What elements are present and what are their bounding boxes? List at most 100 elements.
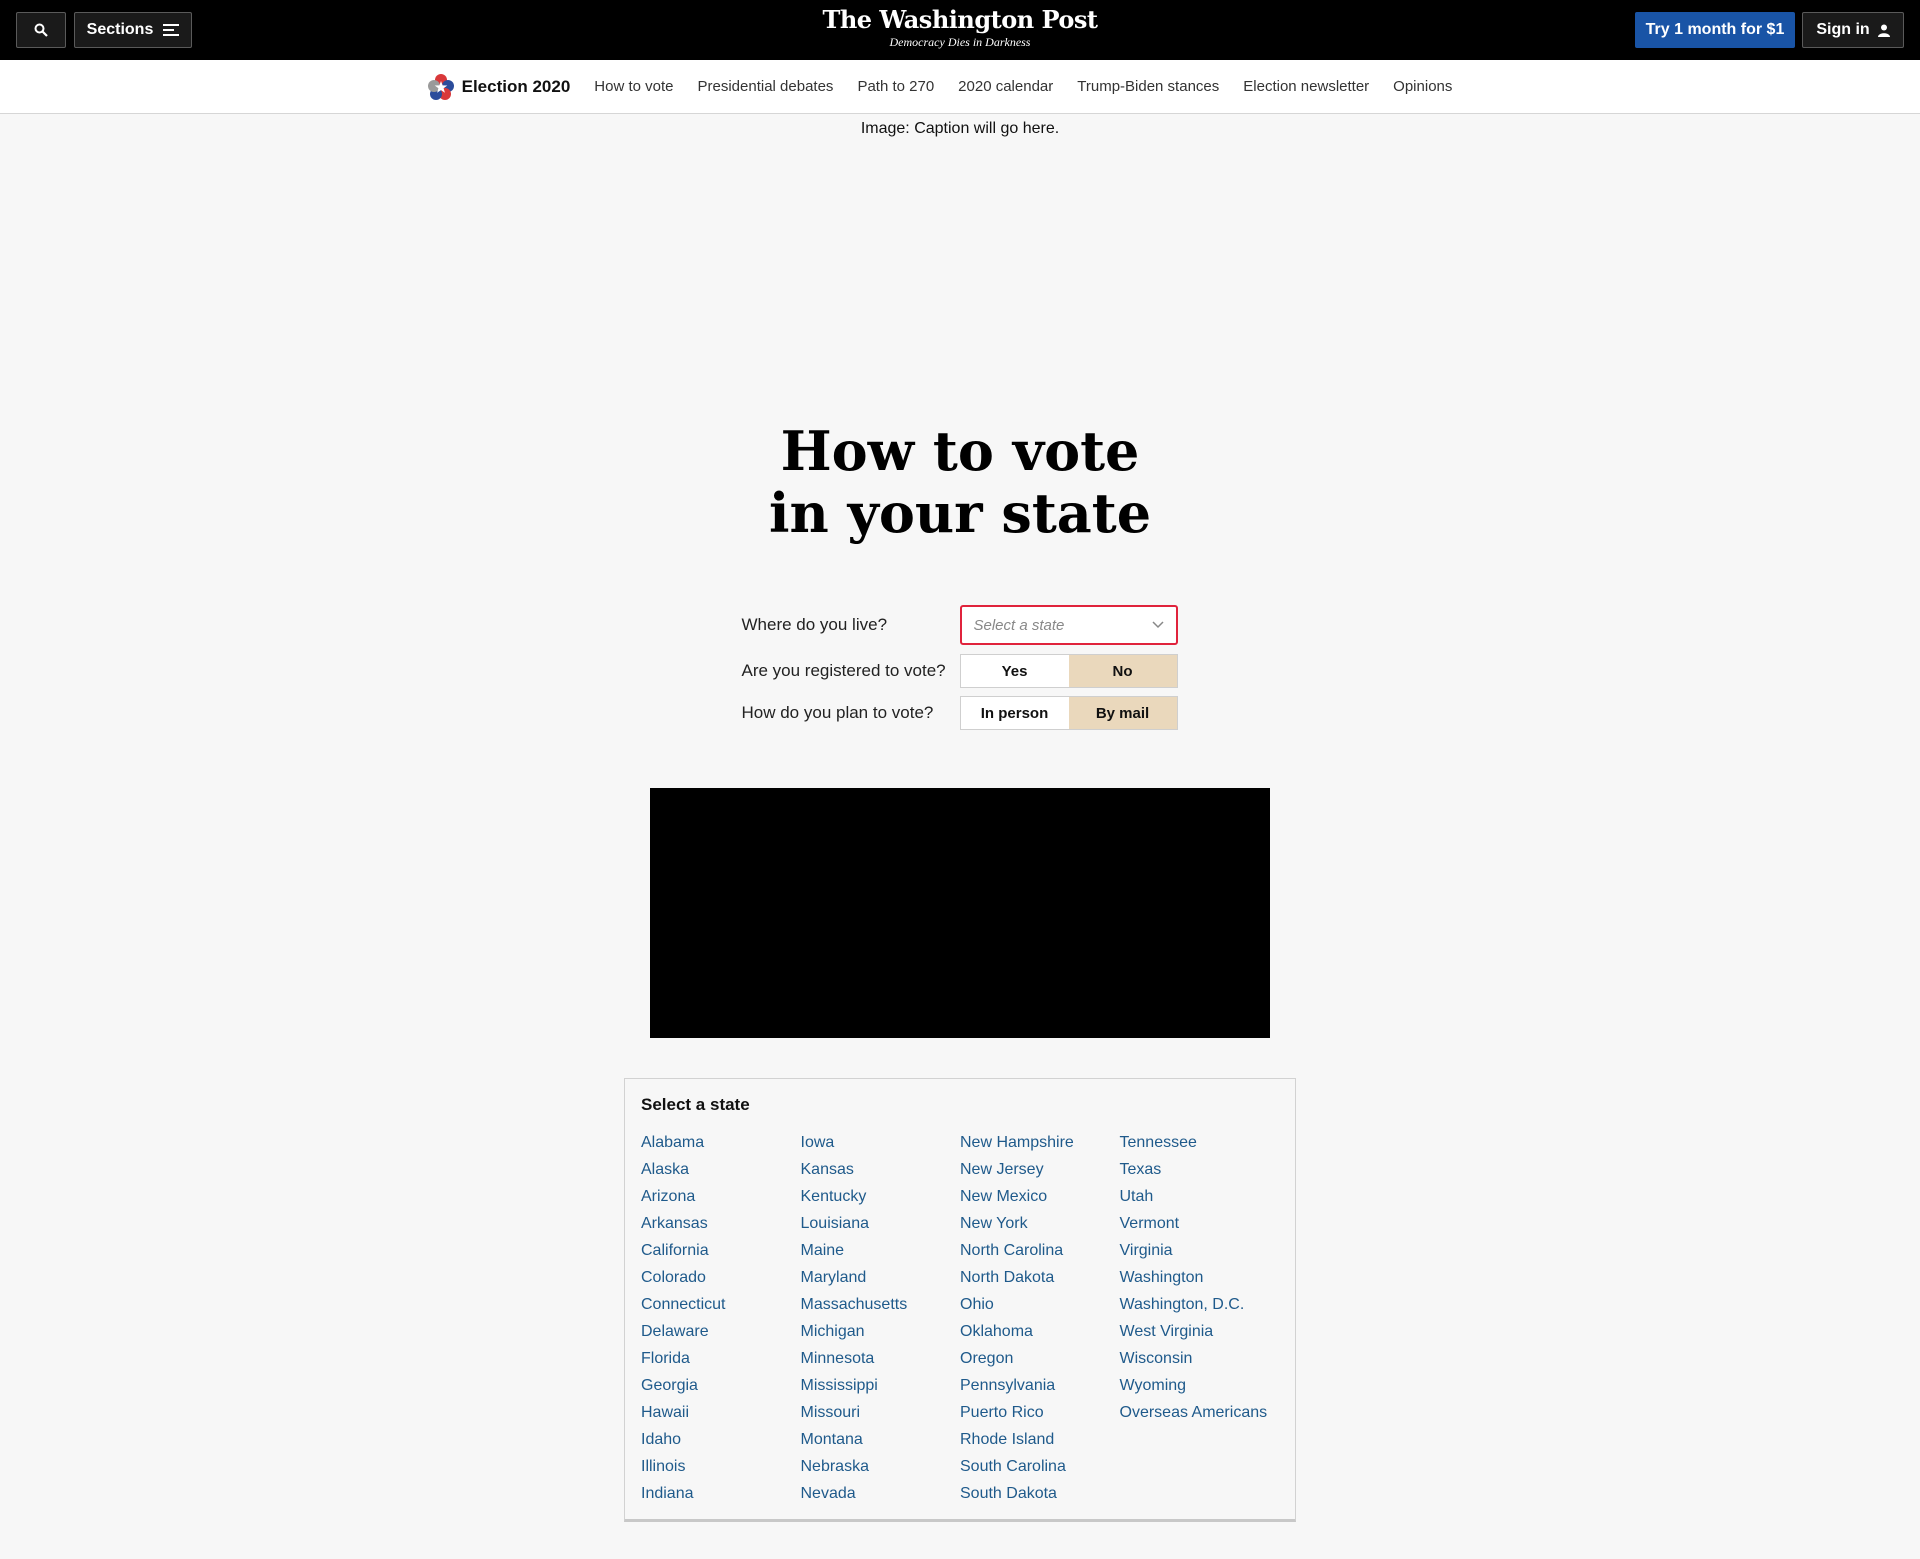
state-link[interactable]: Puerto Rico — [960, 1399, 1120, 1426]
nav-election-newsletter[interactable]: Election newsletter — [1243, 78, 1369, 95]
state-link[interactable]: North Carolina — [960, 1237, 1120, 1264]
registered-row: Are you registered to vote? Yes No — [742, 650, 1179, 692]
nav-opinions[interactable]: Opinions — [1393, 78, 1452, 95]
state-link[interactable]: Delaware — [641, 1318, 801, 1345]
nav-2020-calendar[interactable]: 2020 calendar — [958, 78, 1053, 95]
state-link[interactable]: Connecticut — [641, 1291, 801, 1318]
state-link[interactable]: Louisiana — [801, 1210, 961, 1237]
state-select[interactable]: Select a state — [959, 605, 1178, 645]
state-link[interactable]: Minnesota — [801, 1345, 961, 1372]
subscribe-button[interactable]: Try 1 month for $1 — [1635, 12, 1795, 48]
state-column: Tennessee Texas Utah Vermont Virginia Washing… — [1120, 1129, 1280, 1507]
nav-how-to-vote[interactable]: How to vote — [594, 78, 673, 95]
state-link[interactable]: New Jersey — [960, 1156, 1120, 1183]
state-link[interactable]: Colorado — [641, 1264, 801, 1291]
state-column: New Hampshire New Jersey New Mexico New Yor… — [960, 1129, 1120, 1507]
logo-tagline: Democracy Dies in Darkness — [889, 35, 1031, 49]
state-selector-title: Select a state — [641, 1095, 750, 1114]
state-link[interactable]: Florida — [641, 1345, 801, 1372]
page-title-line-1: How to vote — [780, 419, 1140, 483]
state-link[interactable]: South Dakota — [960, 1480, 1120, 1507]
state-selector: Select a state Alabama Alaska Arizona Arkan… — [624, 1078, 1296, 1522]
voting-form: Where do you live? Select a state Are yo… — [742, 604, 1179, 734]
state-column: Iowa Kansas Kentucky Louisiana Maine Maryland… — [801, 1129, 961, 1507]
where-do-you-live-label: Where do you live? — [741, 615, 888, 634]
registered-yes-option[interactable]: Yes — [960, 655, 1069, 687]
state-link[interactable]: Missouri — [801, 1399, 961, 1426]
state-link[interactable]: Utah — [1120, 1183, 1280, 1210]
state-link[interactable]: Michigan — [801, 1318, 961, 1345]
state-link[interactable]: Kansas — [801, 1156, 961, 1183]
state-columns: Alabama Alaska Arizona Arkansas California Co… — [641, 1129, 1279, 1507]
state-link[interactable]: Arizona — [641, 1183, 801, 1210]
state-link[interactable]: Hawaii — [641, 1399, 801, 1426]
state-link[interactable]: Maryland — [801, 1264, 961, 1291]
nav-presidential-debates[interactable]: Presidential debates — [698, 78, 834, 95]
state-link[interactable]: West Virginia — [1120, 1318, 1280, 1345]
plan-in-person-option[interactable]: In person — [960, 697, 1069, 729]
registered-label: Are you registered to vote? — [741, 661, 946, 680]
state-link[interactable]: Overseas Americans — [1120, 1399, 1280, 1426]
state-link[interactable]: New Mexico — [960, 1183, 1120, 1210]
state-link[interactable]: Arkansas — [641, 1210, 801, 1237]
state-link[interactable]: Oregon — [960, 1345, 1120, 1372]
state-select-placeholder: Select a state — [973, 616, 1065, 634]
state-link[interactable]: Mississippi — [801, 1372, 961, 1399]
state-link[interactable]: Maine — [801, 1237, 961, 1264]
state-link[interactable]: South Carolina — [960, 1453, 1120, 1480]
state-link[interactable]: Pennsylvania — [960, 1372, 1120, 1399]
state-link[interactable]: Alabama — [641, 1129, 801, 1156]
state-link[interactable]: California — [641, 1237, 801, 1264]
state-link[interactable]: Vermont — [1120, 1210, 1280, 1237]
state-link[interactable]: Wyoming — [1120, 1372, 1280, 1399]
election-2020-brand[interactable]: Election 2020 — [427, 73, 571, 100]
state-link[interactable]: Kentucky — [801, 1183, 961, 1210]
state-link[interactable]: New Hampshire — [960, 1129, 1120, 1156]
state-link[interactable]: Washington — [1120, 1264, 1280, 1291]
state-link[interactable]: Indiana — [641, 1480, 801, 1507]
state-link[interactable]: Virginia — [1120, 1237, 1280, 1264]
plan-toggle: In person By mail — [959, 696, 1178, 730]
state-link[interactable]: Texas — [1120, 1156, 1280, 1183]
page-title: How to vote in your state — [0, 420, 1920, 544]
sign-in-label: Sign in — [1816, 21, 1870, 38]
user-icon — [1877, 24, 1890, 37]
state-link[interactable]: Idaho — [641, 1426, 801, 1453]
state-link[interactable]: Washington, D.C. — [1120, 1291, 1280, 1318]
state-link[interactable]: Rhode Island — [960, 1426, 1120, 1453]
state-link[interactable]: Illinois — [641, 1453, 801, 1480]
sign-in-button[interactable]: Sign in — [1802, 12, 1904, 48]
plan-row: How do you plan to vote? In person By ma… — [742, 692, 1179, 734]
state-link[interactable]: Nebraska — [801, 1453, 961, 1480]
state-link[interactable]: Tennessee — [1120, 1129, 1280, 1156]
chevron-down-icon — [1151, 621, 1164, 629]
state-link[interactable]: Wisconsin — [1120, 1345, 1280, 1372]
image-placeholder: Image: Caption will go here. — [0, 120, 1920, 360]
registered-toggle: Yes No — [959, 654, 1178, 688]
plan-label: How do you plan to vote? — [741, 703, 934, 722]
state-link[interactable]: Alaska — [641, 1156, 801, 1183]
state-link[interactable]: New York — [960, 1210, 1120, 1237]
state-link[interactable]: Iowa — [801, 1129, 961, 1156]
video-player[interactable] — [650, 788, 1270, 1038]
state-link[interactable]: Oklahoma — [960, 1318, 1120, 1345]
state-link[interactable]: Massachusetts — [801, 1291, 961, 1318]
election-2020-label: Election 2020 — [461, 76, 571, 96]
state-link[interactable]: Nevada — [801, 1480, 961, 1507]
washington-post-logo[interactable]: The Washington Post Democracy Dies in Da… — [0, 6, 1920, 50]
plan-by-mail-option[interactable]: By mail — [1068, 697, 1177, 729]
state-row: Where do you live? Select a state — [742, 604, 1179, 646]
nav-path-to-270[interactable]: Path to 270 — [857, 78, 934, 95]
state-column: Alabama Alaska Arizona Arkansas California Co… — [641, 1129, 801, 1507]
registered-no-option[interactable]: No — [1068, 655, 1177, 687]
nav-trump-biden-stances[interactable]: Trump-Biden stances — [1077, 78, 1219, 95]
logo-name: The Washington Post — [822, 5, 1098, 34]
state-link[interactable]: North Dakota — [960, 1264, 1120, 1291]
masthead: Sections The Washington Post Democracy D… — [0, 0, 1920, 60]
state-link[interactable]: Montana — [801, 1426, 961, 1453]
state-link[interactable]: Georgia — [641, 1372, 801, 1399]
image-caption: Image: Caption will go here. — [860, 120, 1060, 137]
election-nav: Election 2020 How to vote Presidential d… — [0, 60, 1920, 114]
state-link[interactable]: Ohio — [960, 1291, 1120, 1318]
election-star-icon — [427, 73, 454, 100]
